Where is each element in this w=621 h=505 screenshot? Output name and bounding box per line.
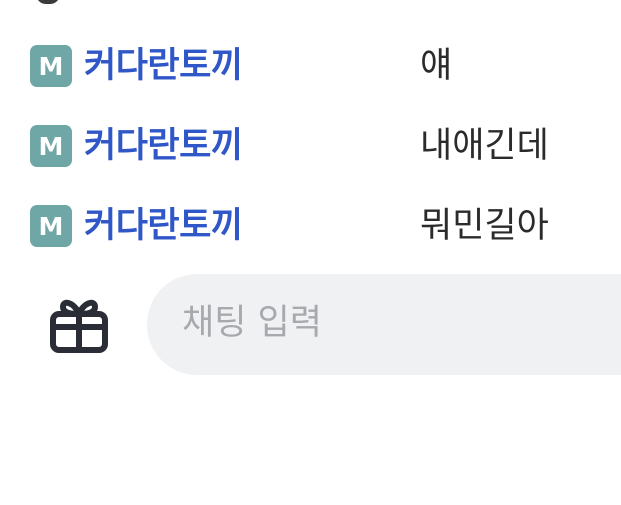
member-badge: M <box>30 205 72 247</box>
member-badge: M <box>30 125 72 167</box>
chat-input[interactable]: 채팅 입력 <box>147 274 621 375</box>
gift-icon[interactable] <box>48 294 110 356</box>
chat-message: M 커다란토끼 내애긴데 <box>0 106 621 186</box>
chat-message: M 커다란토끼 얘 <box>0 26 621 106</box>
chat-message: M 커다란토끼 뭐민길아 <box>0 186 621 266</box>
chat-message-text: 뭐민길아 <box>420 205 549 246</box>
chat-message-list: M 커다란토끼 얘 M 커다란토끼 내애긴데 M 커다란토끼 뭐민길아 <box>0 26 621 266</box>
cut-off-icon <box>36 0 60 4</box>
member-badge: M <box>30 45 72 87</box>
chat-username[interactable]: 커다란토끼 <box>84 128 243 164</box>
chat-input-bar: 채팅 입력 <box>0 273 621 375</box>
chat-panel: M 커다란토끼 얘 M 커다란토끼 내애긴데 M 커다란토끼 뭐민길아 채팅 입… <box>0 0 621 505</box>
chat-message-text: 내애긴데 <box>420 125 549 166</box>
chat-username[interactable]: 커다란토끼 <box>84 208 243 244</box>
chat-message-text: 얘 <box>420 45 453 86</box>
chat-input-placeholder: 채팅 입력 <box>182 303 322 343</box>
chat-username[interactable]: 커다란토끼 <box>84 48 243 84</box>
